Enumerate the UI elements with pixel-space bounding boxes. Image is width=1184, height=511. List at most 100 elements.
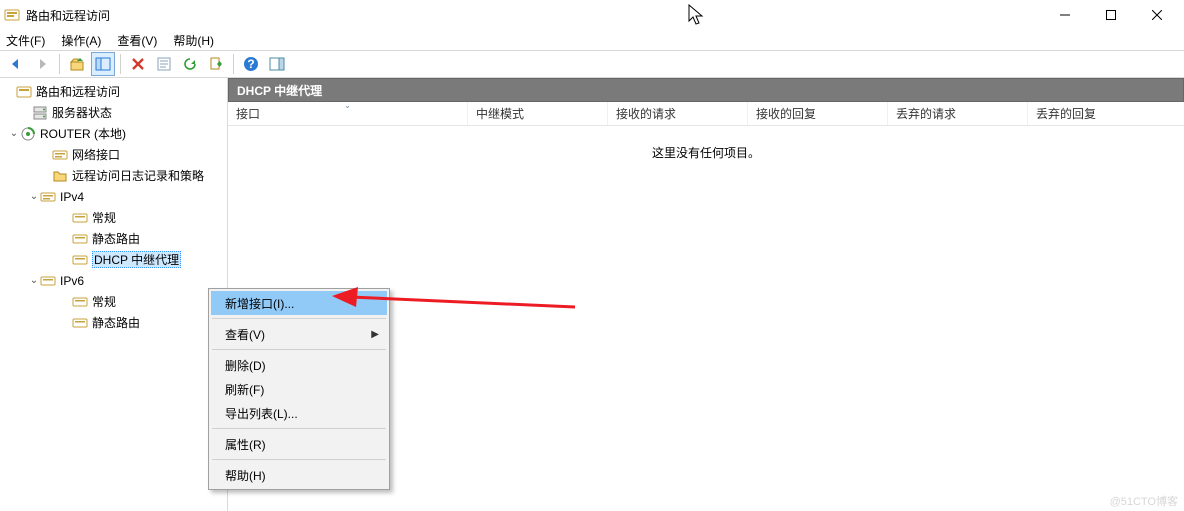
general-icon bbox=[72, 294, 88, 310]
column-relay-mode[interactable]: 中继模式 bbox=[468, 102, 608, 125]
nav-back-button[interactable] bbox=[4, 52, 28, 76]
ctx-view[interactable]: 查看(V)▶ bbox=[211, 322, 387, 346]
tree-label: DHCP 中继代理 bbox=[92, 251, 181, 268]
tree-label: 服务器状态 bbox=[52, 104, 112, 121]
menu-file[interactable]: 文件(F) bbox=[6, 32, 45, 49]
ctx-label: 导出列表(L)... bbox=[225, 405, 298, 422]
tree-label: 路由和远程访问 bbox=[36, 83, 120, 100]
watermark: @51CTO博客 bbox=[1110, 493, 1178, 509]
tree-label: 静态路由 bbox=[92, 314, 140, 331]
ctx-sep bbox=[212, 349, 386, 350]
column-req-drop[interactable]: 丢弃的请求 bbox=[888, 102, 1028, 125]
static-route-icon bbox=[72, 315, 88, 331]
ctx-sep bbox=[212, 318, 386, 319]
folder-icon bbox=[52, 168, 68, 184]
close-button[interactable] bbox=[1134, 0, 1180, 30]
panel-title: DHCP 中继代理 bbox=[228, 78, 1184, 102]
router-icon bbox=[20, 126, 36, 142]
ctx-delete[interactable]: 删除(D) bbox=[211, 353, 387, 377]
rras-icon bbox=[16, 84, 32, 100]
menu-view[interactable]: 查看(V) bbox=[117, 32, 157, 49]
app-icon bbox=[4, 7, 20, 23]
column-label: 丢弃的请求 bbox=[896, 105, 956, 122]
column-label: 丢弃的回复 bbox=[1036, 105, 1096, 122]
window-controls bbox=[1042, 0, 1180, 30]
title-bar: 路由和远程访问 bbox=[0, 0, 1184, 30]
column-label: 接收的回复 bbox=[756, 105, 816, 122]
maximize-button[interactable] bbox=[1088, 0, 1134, 30]
server-status-icon bbox=[32, 105, 48, 121]
ctx-sep bbox=[212, 459, 386, 460]
ctx-label: 查看(V) bbox=[225, 326, 265, 343]
tree-server-status[interactable]: 服务器状态 bbox=[0, 102, 227, 123]
refresh-button[interactable] bbox=[178, 52, 202, 76]
tree-label: 常规 bbox=[92, 293, 116, 310]
nav-forward-button[interactable] bbox=[30, 52, 54, 76]
tree-label: IPv4 bbox=[60, 190, 84, 204]
ctx-refresh[interactable]: 刷新(F) bbox=[211, 377, 387, 401]
tree-ipv6[interactable]: ⌄ IPv6 bbox=[0, 270, 227, 291]
menu-help[interactable]: 帮助(H) bbox=[173, 32, 214, 49]
tree-ipv4-static-routes[interactable]: 静态路由 bbox=[0, 228, 227, 249]
ctx-label: 帮助(H) bbox=[225, 467, 266, 484]
tree-label: 网络接口 bbox=[72, 146, 120, 163]
up-button[interactable] bbox=[65, 52, 89, 76]
ctx-export-list[interactable]: 导出列表(L)... bbox=[211, 401, 387, 425]
export-button[interactable] bbox=[204, 52, 228, 76]
empty-message: 这里没有任何项目。 bbox=[228, 144, 1184, 161]
tree-net-interfaces[interactable]: 网络接口 bbox=[0, 144, 227, 165]
protocol-icon bbox=[40, 189, 56, 205]
action-pane-button[interactable] bbox=[265, 52, 289, 76]
tree-label: 常规 bbox=[92, 209, 116, 226]
ctx-new-interface[interactable]: 新增接口(I)... bbox=[211, 291, 387, 315]
tree-label: 静态路由 bbox=[92, 230, 140, 247]
column-rep-recv[interactable]: 接收的回复 bbox=[748, 102, 888, 125]
tree-ipv4[interactable]: ⌄ IPv4 bbox=[0, 186, 227, 207]
tree-label: 远程访问日志记录和策略 bbox=[72, 167, 204, 184]
tree-ipv4-dhcp-relay[interactable]: DHCP 中继代理 bbox=[0, 249, 227, 270]
tree-ipv6-static-routes[interactable]: 静态路由 bbox=[0, 312, 227, 333]
menu-action[interactable]: 操作(A) bbox=[61, 32, 101, 49]
ctx-sep bbox=[212, 428, 386, 429]
list-header: 接口 ⌄ 中继模式 接收的请求 接收的回复 丢弃的请求 丢弃的回复 bbox=[228, 102, 1184, 126]
collapse-icon[interactable]: ⌄ bbox=[28, 191, 40, 202]
properties-button[interactable] bbox=[152, 52, 176, 76]
column-label: 接口 bbox=[236, 105, 260, 122]
tree-router-local[interactable]: ⌄ ROUTER (本地) bbox=[0, 123, 227, 144]
tree-root[interactable]: 路由和远程访问 bbox=[0, 81, 227, 102]
dhcp-relay-icon bbox=[72, 252, 88, 268]
ctx-properties[interactable]: 属性(R) bbox=[211, 432, 387, 456]
column-label: 接收的请求 bbox=[616, 105, 676, 122]
column-req-recv[interactable]: 接收的请求 bbox=[608, 102, 748, 125]
general-icon bbox=[72, 210, 88, 226]
toolbar: ? bbox=[0, 50, 1184, 78]
tree-label: IPv6 bbox=[60, 274, 84, 288]
interface-icon bbox=[52, 147, 68, 163]
show-hide-tree-button[interactable] bbox=[91, 52, 115, 76]
window-title: 路由和远程访问 bbox=[26, 7, 110, 24]
tree-pane[interactable]: 路由和远程访问 服务器状态 ⌄ ROUTER (本地) 网络接口 远程访问日志记… bbox=[0, 78, 228, 511]
delete-button[interactable] bbox=[126, 52, 150, 76]
tree-label: ROUTER (本地) bbox=[40, 125, 126, 142]
collapse-icon[interactable]: ⌄ bbox=[8, 128, 20, 139]
ctx-label: 删除(D) bbox=[225, 357, 266, 374]
column-label: 中继模式 bbox=[476, 105, 524, 122]
static-route-icon bbox=[72, 231, 88, 247]
ctx-help[interactable]: 帮助(H) bbox=[211, 463, 387, 487]
tree-remote-access-log[interactable]: 远程访问日志记录和策略 bbox=[0, 165, 227, 186]
ctx-label: 新增接口(I)... bbox=[225, 295, 294, 312]
tree-ipv4-general[interactable]: 常规 bbox=[0, 207, 227, 228]
tree-ipv6-general[interactable]: 常规 bbox=[0, 291, 227, 312]
svg-text:?: ? bbox=[247, 57, 254, 71]
collapse-icon[interactable]: ⌄ bbox=[28, 275, 40, 286]
toolbar-sep bbox=[59, 54, 60, 74]
context-menu: 新增接口(I)... 查看(V)▶ 删除(D) 刷新(F) 导出列表(L)...… bbox=[208, 288, 390, 490]
ctx-label: 刷新(F) bbox=[225, 381, 264, 398]
minimize-button[interactable] bbox=[1042, 0, 1088, 30]
sort-indicator-icon: ⌄ bbox=[344, 101, 351, 110]
column-interface[interactable]: 接口 ⌄ bbox=[228, 102, 468, 125]
column-rep-drop[interactable]: 丢弃的回复 bbox=[1028, 102, 1184, 125]
toolbar-sep bbox=[233, 54, 234, 74]
help-button[interactable]: ? bbox=[239, 52, 263, 76]
menu-bar: 文件(F) 操作(A) 查看(V) 帮助(H) bbox=[0, 30, 1184, 50]
